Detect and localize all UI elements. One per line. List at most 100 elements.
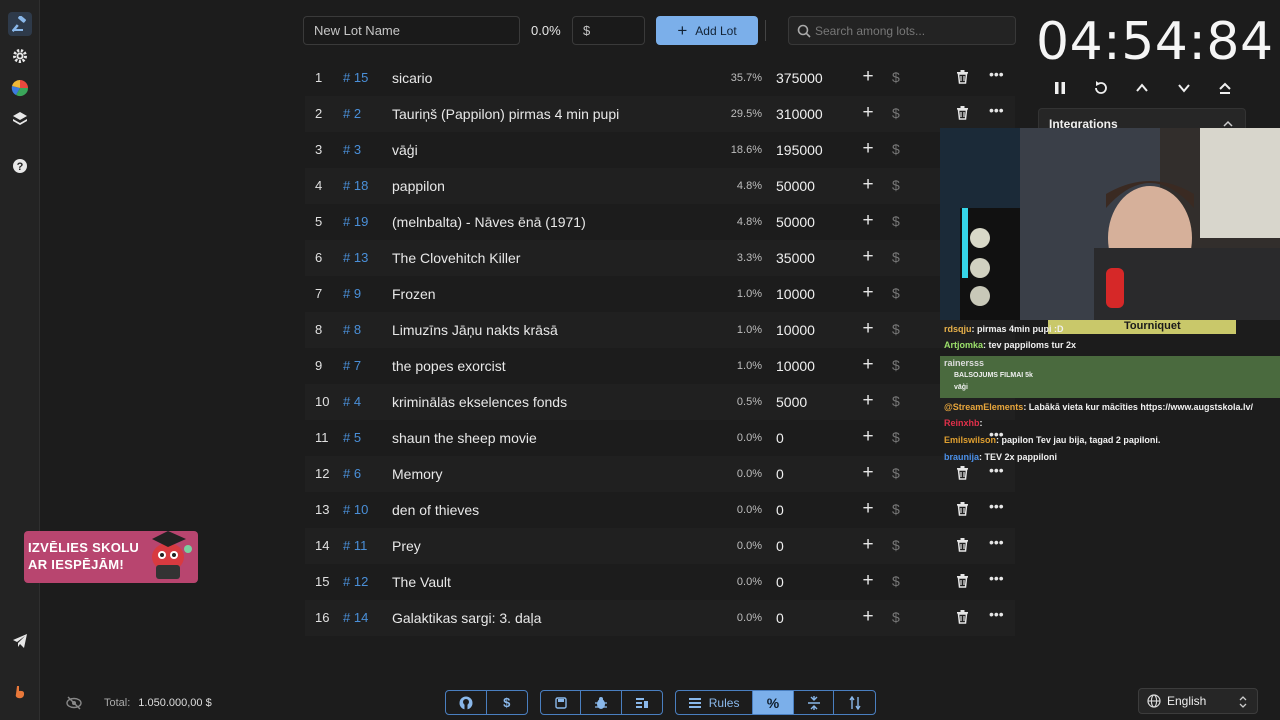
trash-icon[interactable] [956,609,969,627]
lot-amount[interactable]: 195000 [776,142,823,158]
lot-name[interactable]: (melnbalta) - Nāves ēnā (1971) [392,214,586,230]
donate-button[interactable]: $ [487,691,528,714]
add-amount-button[interactable]: + [860,571,876,591]
add-amount-button[interactable]: + [860,427,876,447]
dollar-button[interactable]: $ [892,357,900,373]
lot-amount[interactable]: 50000 [776,214,815,230]
reset-icon[interactable] [1091,78,1111,98]
add-amount-button[interactable]: + [860,211,876,231]
trash-icon[interactable] [956,105,969,123]
language-select[interactable]: English [1138,688,1258,714]
dollar-button[interactable]: $ [892,465,900,481]
lot-name[interactable]: Galaktikas sargi: 3. daļa [392,610,541,626]
lot-name[interactable]: vāģi [392,142,418,158]
add-amount-button[interactable]: + [860,463,876,483]
lot-amount[interactable]: 10000 [776,358,815,374]
percent-toggle[interactable]: % [753,691,794,714]
lot-name[interactable]: The Clovehitch Killer [392,250,520,266]
dollar-button[interactable]: $ [892,141,900,157]
new-lot-amount-input[interactable] [572,16,645,45]
auction-icon[interactable] [8,12,32,36]
lot-name[interactable]: The Vault [392,574,451,590]
lot-name[interactable]: kriminālās ekselences fonds [392,394,567,410]
trash-icon[interactable] [956,69,969,87]
dollar-button[interactable]: $ [892,573,900,589]
rules-button[interactable]: Rules [676,691,754,714]
dollar-button[interactable]: $ [892,285,900,301]
chevron-up-icon[interactable] [1223,120,1233,128]
add-amount-button[interactable]: + [860,355,876,375]
dollar-button[interactable]: $ [892,321,900,337]
sort-toggle[interactable] [834,691,875,714]
layers-icon[interactable] [8,107,32,131]
clear-lots-button[interactable] [622,691,662,714]
dollar-button[interactable]: $ [892,429,900,445]
help-icon[interactable]: ? [8,154,32,178]
lot-amount[interactable]: 50000 [776,178,815,194]
add-amount-button[interactable]: + [860,247,876,267]
add-amount-button[interactable]: + [860,607,876,627]
dollar-button[interactable]: $ [892,609,900,625]
lot-name[interactable]: sicario [392,70,432,86]
more-options-button[interactable]: ••• [989,498,1004,514]
more-options-button[interactable]: ••• [989,66,1004,82]
lot-name[interactable]: Frozen [392,286,436,302]
search-input[interactable] [815,17,1013,44]
add-amount-button[interactable]: + [860,499,876,519]
dollar-button[interactable]: $ [892,393,900,409]
trash-icon[interactable] [956,465,969,483]
lot-amount[interactable]: 0 [776,538,784,554]
brand-icon[interactable] [8,680,32,704]
search-box[interactable] [788,16,1016,45]
lot-amount[interactable]: 0 [776,502,784,518]
more-options-button[interactable]: ••• [989,102,1004,118]
eye-off-icon[interactable] [66,696,82,710]
lot-amount[interactable]: 0 [776,466,784,482]
dollar-button[interactable]: $ [892,537,900,553]
dollar-button[interactable]: $ [892,249,900,265]
add-amount-button[interactable]: + [860,139,876,159]
add-amount-button[interactable]: + [860,391,876,411]
more-options-button[interactable]: ••• [989,606,1004,622]
lot-name[interactable]: Memory [392,466,443,482]
lot-name[interactable]: Prey [392,538,421,554]
compact-toggle[interactable] [794,691,835,714]
dollar-button[interactable]: $ [892,213,900,229]
more-options-button[interactable]: ••• [989,534,1004,550]
gear-icon[interactable] [8,44,32,68]
bug-report-button[interactable] [581,691,622,714]
add-amount-button[interactable]: + [860,283,876,303]
github-button[interactable] [446,691,487,714]
lot-name[interactable]: Limuzīns Jāņu nakts krāsā [392,322,558,338]
lot-amount[interactable]: 0 [776,574,784,590]
lot-amount[interactable]: 0 [776,430,784,446]
trash-icon[interactable] [956,501,969,519]
lot-amount[interactable]: 10000 [776,286,815,302]
more-options-button[interactable]: ••• [989,570,1004,586]
add-amount-button[interactable]: + [860,535,876,555]
more-options-button[interactable]: ••• [989,462,1004,478]
pause-icon[interactable] [1050,78,1070,98]
lot-name[interactable]: den of thieves [392,502,479,518]
dollar-button[interactable]: $ [892,105,900,121]
save-button[interactable] [541,691,582,714]
add-amount-button[interactable]: + [860,103,876,123]
chevron-down-icon[interactable] [1174,78,1194,98]
lot-name[interactable]: the popes exorcist [392,358,506,374]
double-chevron-up-icon[interactable] [1215,78,1235,98]
dollar-button[interactable]: $ [892,177,900,193]
lot-amount[interactable]: 35000 [776,250,815,266]
add-amount-button[interactable]: + [860,319,876,339]
lot-name[interactable]: pappilon [392,178,445,194]
chevron-up-icon[interactable] [1132,78,1152,98]
trash-icon[interactable] [956,573,969,591]
pie-chart-icon[interactable] [8,76,32,100]
add-amount-button[interactable]: + [860,67,876,87]
lot-amount[interactable]: 10000 [776,322,815,338]
trash-icon[interactable] [956,537,969,555]
dollar-button[interactable]: $ [892,501,900,517]
lot-amount[interactable]: 5000 [776,394,807,410]
lot-amount[interactable]: 375000 [776,70,823,86]
lot-name[interactable]: Tauriņš (Pappilon) pirmas 4 min pupi [392,106,619,122]
lot-name[interactable]: shaun the sheep movie [392,430,537,446]
